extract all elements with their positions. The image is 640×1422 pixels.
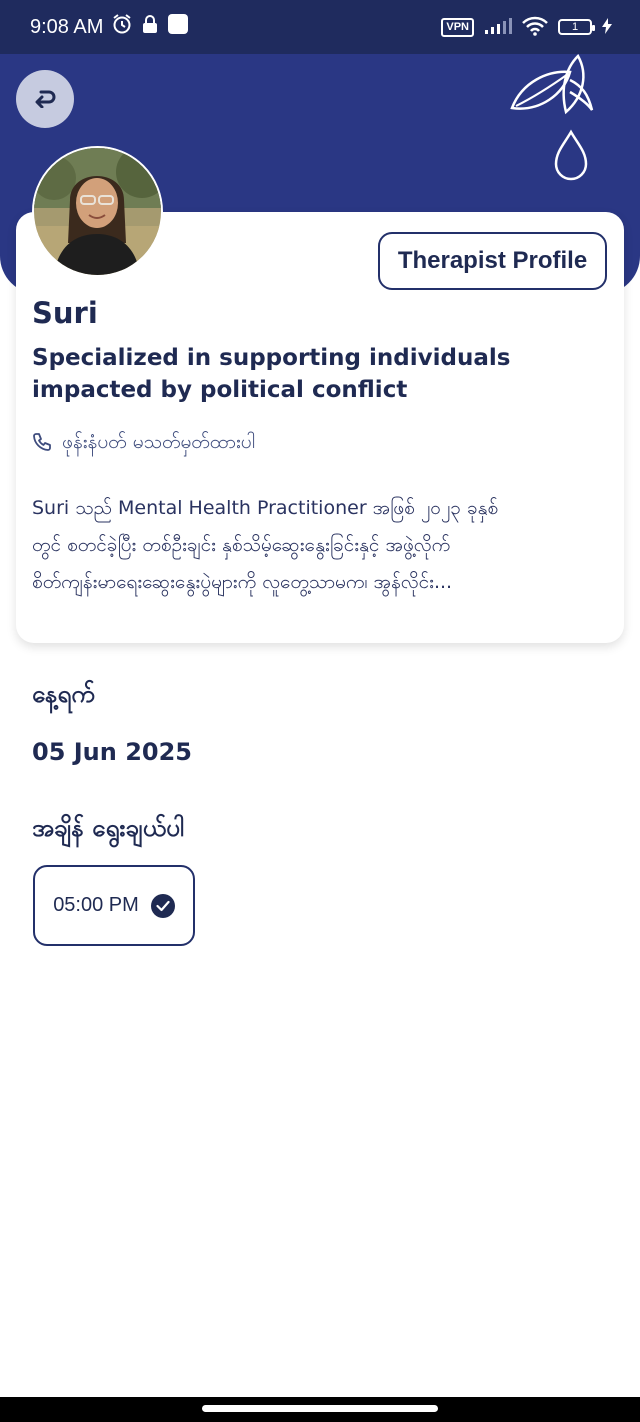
lock-icon — [141, 14, 159, 40]
bio-line: စိတ်ကျန်းမာရေးဆွေးနွေးပွဲများကို လူတွေ့သ… — [32, 571, 453, 593]
status-left: 9:08 AM — [30, 13, 189, 41]
signal-icon — [484, 17, 512, 38]
therapist-name: Suri — [32, 296, 98, 330]
leaf-droplet-icon — [510, 53, 594, 181]
therapist-profile-badge: Therapist Profile — [378, 232, 607, 290]
battery-indicator: 1 — [558, 19, 595, 35]
notification-square-icon — [167, 13, 189, 41]
wifi-icon — [522, 16, 548, 39]
time-label: အချိန် ရွေးချယ်ပါ — [32, 814, 184, 842]
bio-text: Suri သည် Mental Health Practitioner အဖြစ… — [32, 490, 617, 601]
bio-line: Suri သည် Mental Health Practitioner အဖြစ… — [32, 497, 499, 519]
phone-text: ဖုန်းနံပတ် မသတ်မှတ်ထားပါ — [62, 431, 255, 453]
bio-line: တွင် စတင်ခဲ့ပြီး တစ်ဦးချင်း နှစ်သိမ့်ဆွေ… — [32, 534, 451, 556]
specialization-text: Specialized in supporting individuals im… — [32, 345, 511, 403]
back-arrow-icon — [32, 86, 58, 112]
time-slot-label: 05:00 PM — [53, 894, 139, 916]
date-value: 05 Jun 2025 — [32, 738, 193, 766]
time-slot-option[interactable]: 05:00 PM — [33, 865, 195, 946]
charging-icon — [602, 17, 612, 37]
phone-row: ဖုန်းနံပတ် မသတ်မှတ်ထားပါ — [32, 430, 255, 458]
status-bar: 9:08 AM VPN 1 — [0, 0, 640, 54]
status-time: 9:08 AM — [30, 15, 104, 38]
check-circle-icon — [150, 893, 175, 918]
date-label: နေ့ရက် — [32, 680, 95, 708]
status-right: VPN 1 — [441, 16, 612, 39]
home-indicator[interactable] — [202, 1405, 438, 1412]
phone-icon — [32, 432, 52, 457]
avatar — [32, 146, 163, 277]
back-button[interactable] — [16, 70, 74, 128]
alarm-icon — [111, 13, 133, 41]
vpn-badge: VPN — [441, 17, 474, 37]
